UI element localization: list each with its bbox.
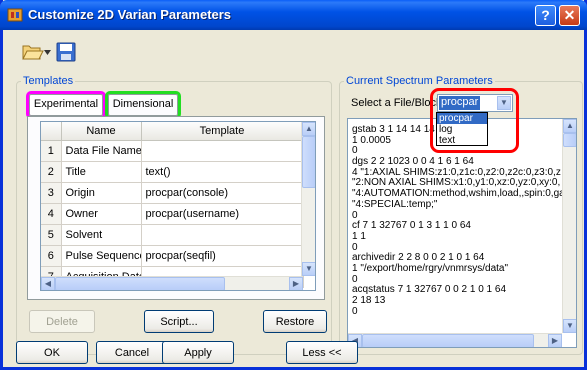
- column-header-index: [41, 122, 62, 141]
- dropdown-option-procpar[interactable]: procpar: [437, 113, 487, 124]
- cancel-button[interactable]: Cancel: [96, 341, 168, 364]
- dropdown-option-log[interactable]: log: [437, 124, 487, 135]
- tab-dimensional[interactable]: Dimensional: [105, 91, 181, 119]
- scroll-thumb[interactable]: [302, 136, 315, 188]
- text-line: 1 "/export/home/rgry/vnmrsys/data": [352, 262, 509, 274]
- templates-legend: Templates: [23, 75, 74, 87]
- text-vertical-scrollbar[interactable]: ▲ ▼: [562, 119, 576, 333]
- table-row[interactable]: 5 Solvent: [41, 224, 304, 246]
- title-bar[interactable]: Customize 2D Varian Parameters ? ✕: [0, 0, 587, 30]
- apply-button[interactable]: Apply: [162, 341, 234, 364]
- cell-name[interactable]: Origin: [61, 182, 142, 204]
- cell-name[interactable]: Pulse Sequence: [61, 245, 142, 267]
- scroll-down-arrow-icon[interactable]: ▼: [302, 262, 315, 276]
- column-header-template[interactable]: Template: [141, 122, 304, 141]
- table-row[interactable]: 2 Title text(): [41, 161, 304, 183]
- scroll-thumb[interactable]: [563, 133, 576, 147]
- dropdown-option-text[interactable]: text: [437, 135, 487, 146]
- app-icon: [7, 8, 23, 22]
- scroll-down-arrow-icon[interactable]: ▼: [563, 319, 576, 333]
- row-number: 3: [41, 182, 62, 204]
- parameters-text-lines: gstab 3 1 14 14 14 1 0.0005 0 dgs 2 2 1023 …: [352, 125, 564, 317]
- hscroll-thumb[interactable]: [55, 277, 225, 290]
- customize-dialog: Customize 2D Varian Parameters ? ✕ Templ…: [0, 0, 587, 370]
- template-table: Name Template 1 Data File Name 2 Title t…: [40, 121, 316, 291]
- text-line: cf 7 1 32767 0 1 3 1 1 0 64: [352, 220, 471, 232]
- file-block-dropdown: procpar log text: [436, 112, 488, 146]
- table-row[interactable]: 6 Pulse Sequence procpar(seqfil): [41, 245, 304, 267]
- file-block-select-value: procpar: [439, 96, 481, 110]
- row-number: 5: [41, 224, 62, 246]
- cell-template[interactable]: [141, 140, 304, 162]
- file-block-select[interactable]: procpar ▼: [437, 94, 513, 112]
- column-header-name[interactable]: Name: [61, 122, 142, 141]
- current-parameters-legend: Current Spectrum Parameters: [346, 75, 493, 87]
- cell-template[interactable]: [141, 224, 304, 246]
- less-button[interactable]: Less <<: [286, 341, 358, 364]
- cell-name[interactable]: Solvent: [61, 224, 142, 246]
- scroll-left-arrow-icon[interactable]: ◀: [41, 277, 55, 290]
- cell-name[interactable]: Owner: [61, 203, 142, 225]
- tab-experimental[interactable]: Experimental: [26, 91, 106, 119]
- cell-name[interactable]: Data File Name: [61, 140, 142, 162]
- cell-template[interactable]: text(): [141, 161, 304, 183]
- delete-button[interactable]: Delete: [29, 310, 95, 333]
- row-number: 1: [41, 140, 62, 162]
- select-file-label: Select a File/Block:: [351, 97, 445, 109]
- chevron-down-icon[interactable]: [44, 50, 51, 56]
- text-line: 2 18 13: [352, 295, 386, 306]
- text-line: 0: [352, 305, 358, 317]
- row-number: 6: [41, 245, 62, 267]
- row-number: 4: [41, 203, 62, 225]
- table-horizontal-scrollbar[interactable]: ◀ ▶: [41, 276, 303, 290]
- scroll-right-arrow-icon[interactable]: ▶: [548, 334, 562, 347]
- text-line: 1 1: [352, 230, 366, 242]
- close-button[interactable]: ✕: [559, 5, 580, 26]
- scroll-up-arrow-icon[interactable]: ▲: [302, 122, 315, 136]
- cell-template[interactable]: procpar(console): [141, 182, 304, 204]
- table-row[interactable]: 4 Owner procpar(username): [41, 203, 304, 225]
- cell-name[interactable]: Title: [61, 161, 142, 183]
- hscroll-thumb[interactable]: [362, 334, 534, 347]
- cell-template[interactable]: procpar(username): [141, 203, 304, 225]
- table-vertical-scrollbar[interactable]: ▲ ▼: [301, 122, 315, 276]
- text-horizontal-scrollbar[interactable]: ◀ ▶: [348, 333, 562, 347]
- open-folder-icon[interactable]: [22, 42, 44, 62]
- text-line: "4:SPECIAL:temp;": [352, 198, 438, 210]
- scroll-right-arrow-icon[interactable]: ▶: [289, 277, 303, 290]
- parameters-text-area[interactable]: gstab 3 1 14 14 14 1 0.0005 0 dgs 2 2 1023 …: [347, 118, 577, 348]
- window-title: Customize 2D Varian Parameters: [28, 7, 232, 22]
- save-disk-icon[interactable]: [56, 42, 76, 62]
- experimental-tab-panel: Name Template 1 Data File Name 2 Title t…: [27, 116, 325, 300]
- ok-button[interactable]: OK: [16, 341, 88, 364]
- cell-template[interactable]: procpar(seqfil): [141, 245, 304, 267]
- table-header-row: Name Template: [41, 122, 304, 141]
- table-row[interactable]: 1 Data File Name: [41, 140, 304, 162]
- scroll-up-arrow-icon[interactable]: ▲: [563, 119, 576, 133]
- restore-button[interactable]: Restore: [263, 310, 327, 333]
- table-row[interactable]: 3 Origin procpar(console): [41, 182, 304, 204]
- script-button[interactable]: Script...: [144, 310, 214, 333]
- help-button[interactable]: ?: [535, 5, 556, 26]
- row-number: 2: [41, 161, 62, 183]
- chevron-down-icon[interactable]: ▼: [497, 96, 511, 110]
